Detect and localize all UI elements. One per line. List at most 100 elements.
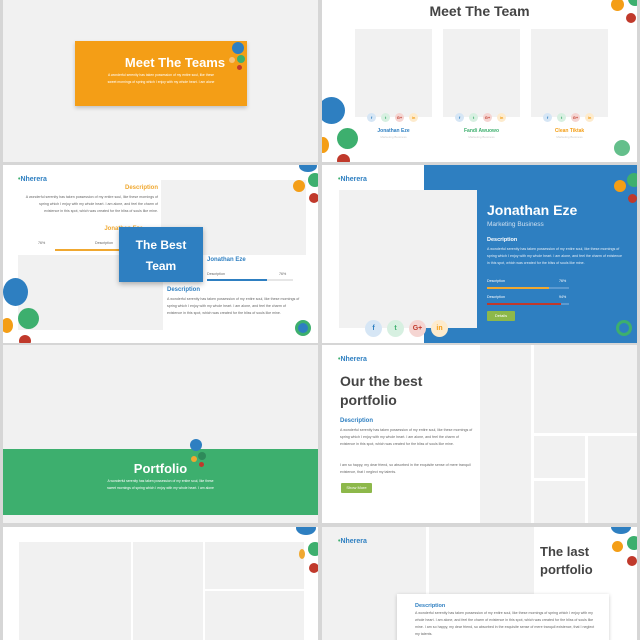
portfolio-image: [133, 542, 203, 640]
slide-the-best-team[interactable]: •Nherera Description A wonderful serenit…: [3, 165, 318, 343]
title-line: The last: [540, 544, 590, 559]
orange-dot-icon: [3, 318, 13, 333]
skill-label: Description: [487, 295, 505, 299]
orange-dot-icon: [191, 456, 197, 462]
skill-label: Description: [95, 241, 113, 245]
description-heading: Description: [415, 603, 446, 609]
slide-portfolio-grid[interactable]: [3, 527, 318, 640]
orange-dot-icon: [293, 180, 305, 192]
page-badge-icon: [616, 320, 632, 336]
member-photo: [531, 29, 608, 117]
slide-profile[interactable]: •Nherera f t G+ in Jonathan Eze Marketin…: [322, 165, 637, 343]
slide-portfolio[interactable]: Portfolio A wonderful serenity has taken…: [3, 345, 318, 523]
red-dot-icon: [309, 563, 318, 573]
skill-pct: 76%: [38, 241, 46, 245]
portfolio-image: [588, 436, 637, 523]
blue-dot-icon: [299, 165, 317, 172]
twitter-icon[interactable]: t: [557, 113, 566, 122]
green-dot-icon: [627, 173, 637, 187]
red-dot-icon: [628, 194, 637, 203]
member-name: Jonathan Eze: [487, 202, 578, 218]
twitter-icon[interactable]: t: [387, 320, 404, 337]
description-text: A wonderful serenity has taken possessio…: [167, 297, 300, 315]
green-dot-icon: [198, 452, 206, 460]
member-role: Marketing Business: [487, 221, 544, 228]
member-card: f t G+ in Fandi Awuowo Marketing Busines…: [443, 113, 520, 139]
brand-logo-icon: •: [18, 176, 21, 183]
brand-logo: •Nherera: [338, 538, 367, 545]
description-text: A wonderful serenity has taken possessio…: [415, 610, 595, 638]
google-plus-icon[interactable]: G+: [409, 320, 426, 337]
skill-bar: [207, 279, 293, 281]
green-dot-icon: [308, 542, 318, 556]
member-photo: [355, 29, 432, 117]
linkedin-icon[interactable]: in: [409, 113, 418, 122]
description-text: A wonderful serenity has taken possessio…: [25, 195, 158, 213]
page-badge-icon: [295, 320, 311, 336]
description-heading: Description: [487, 237, 518, 243]
twitter-icon[interactable]: t: [469, 113, 478, 122]
slide-meet-the-team[interactable]: Meet The Team f t G+ in Jonathan Eze Mar…: [322, 0, 637, 162]
details-button[interactable]: Details: [487, 311, 515, 321]
facebook-icon[interactable]: f: [455, 113, 464, 122]
slide-title: Meet The Team: [429, 3, 530, 19]
facebook-icon[interactable]: f: [367, 113, 376, 122]
google-plus-icon[interactable]: G+: [483, 113, 492, 122]
description-text: A wonderful serenity has taken possessio…: [487, 247, 623, 265]
blue-dot-icon: [232, 42, 244, 54]
page-badge-icon: [614, 140, 630, 156]
facebook-icon[interactable]: f: [365, 320, 382, 337]
green-dot-icon: [308, 173, 318, 187]
red-dot-icon: [337, 154, 350, 162]
blue-dot-icon: [611, 527, 631, 534]
brand-logo-icon: •: [338, 356, 341, 363]
slide-title: Meet The Teams: [124, 55, 226, 70]
red-dot-icon: [19, 335, 31, 343]
member-name: Fandi Awuowo: [464, 128, 499, 134]
orange-dot-icon: [322, 137, 329, 153]
skill-pct: 94%: [559, 295, 567, 299]
show-more-button[interactable]: Show More: [341, 483, 372, 493]
facebook-icon[interactable]: f: [543, 113, 552, 122]
twitter-icon[interactable]: t: [381, 113, 390, 122]
member-card: f t G+ in Clean Tiktak Marketing Busines…: [531, 113, 608, 139]
google-plus-icon[interactable]: G+: [395, 113, 404, 122]
member-role: Marketing Business: [468, 135, 495, 139]
blue-dot-icon: [322, 97, 345, 124]
member-role: Marketing Business: [556, 135, 583, 139]
linkedin-icon[interactable]: in: [585, 113, 594, 122]
red-dot-icon: [309, 193, 318, 203]
brand-logo-icon: •: [338, 538, 341, 545]
blue-dot-icon: [3, 278, 28, 306]
slide-last-portfolio[interactable]: •Nherera The last portfolio Description …: [322, 527, 637, 640]
skill-bar: [55, 249, 120, 251]
member-role: Marketing Business: [380, 135, 407, 139]
slide-title: Our the best portfolio: [340, 372, 422, 410]
title-line: portfolio: [540, 562, 593, 577]
green-dot-icon: [627, 536, 637, 550]
skill-label: Description: [207, 272, 225, 276]
brand-logo-icon: •: [338, 176, 341, 183]
brand-logo: •Nherera: [18, 176, 47, 183]
orange-dot-icon: [612, 541, 623, 552]
linkedin-icon[interactable]: in: [497, 113, 506, 122]
blue-dot-icon: [296, 527, 316, 535]
slide-best-portfolio[interactable]: •Nherera Our the best portfolio Descript…: [322, 345, 637, 523]
text-part: I am so happy, my dear friend, so absorb…: [415, 625, 595, 636]
slide-meet-the-teams[interactable]: Meet The Teams A wonderful serenity has …: [3, 0, 318, 162]
green-dot-icon: [237, 55, 245, 63]
linkedin-icon[interactable]: in: [431, 320, 448, 337]
description-text-extra: I am so happy, my dear friend, so absorb…: [340, 463, 471, 474]
brand-logo: •Nherera: [338, 356, 367, 363]
skill-pct: 76%: [559, 279, 567, 283]
orange-dot-icon: [299, 549, 305, 559]
google-plus-icon[interactable]: G+: [571, 113, 580, 122]
member-name: Jonathan Eze: [207, 257, 246, 263]
description-heading: Description: [340, 418, 374, 424]
skill-bar: [487, 287, 569, 289]
portfolio-image: [205, 591, 304, 640]
peach-dot-icon: [229, 57, 235, 63]
title-card: The Best Team: [119, 227, 203, 282]
member-name: Clean Tiktak: [554, 128, 585, 134]
red-dot-icon: [199, 462, 204, 467]
